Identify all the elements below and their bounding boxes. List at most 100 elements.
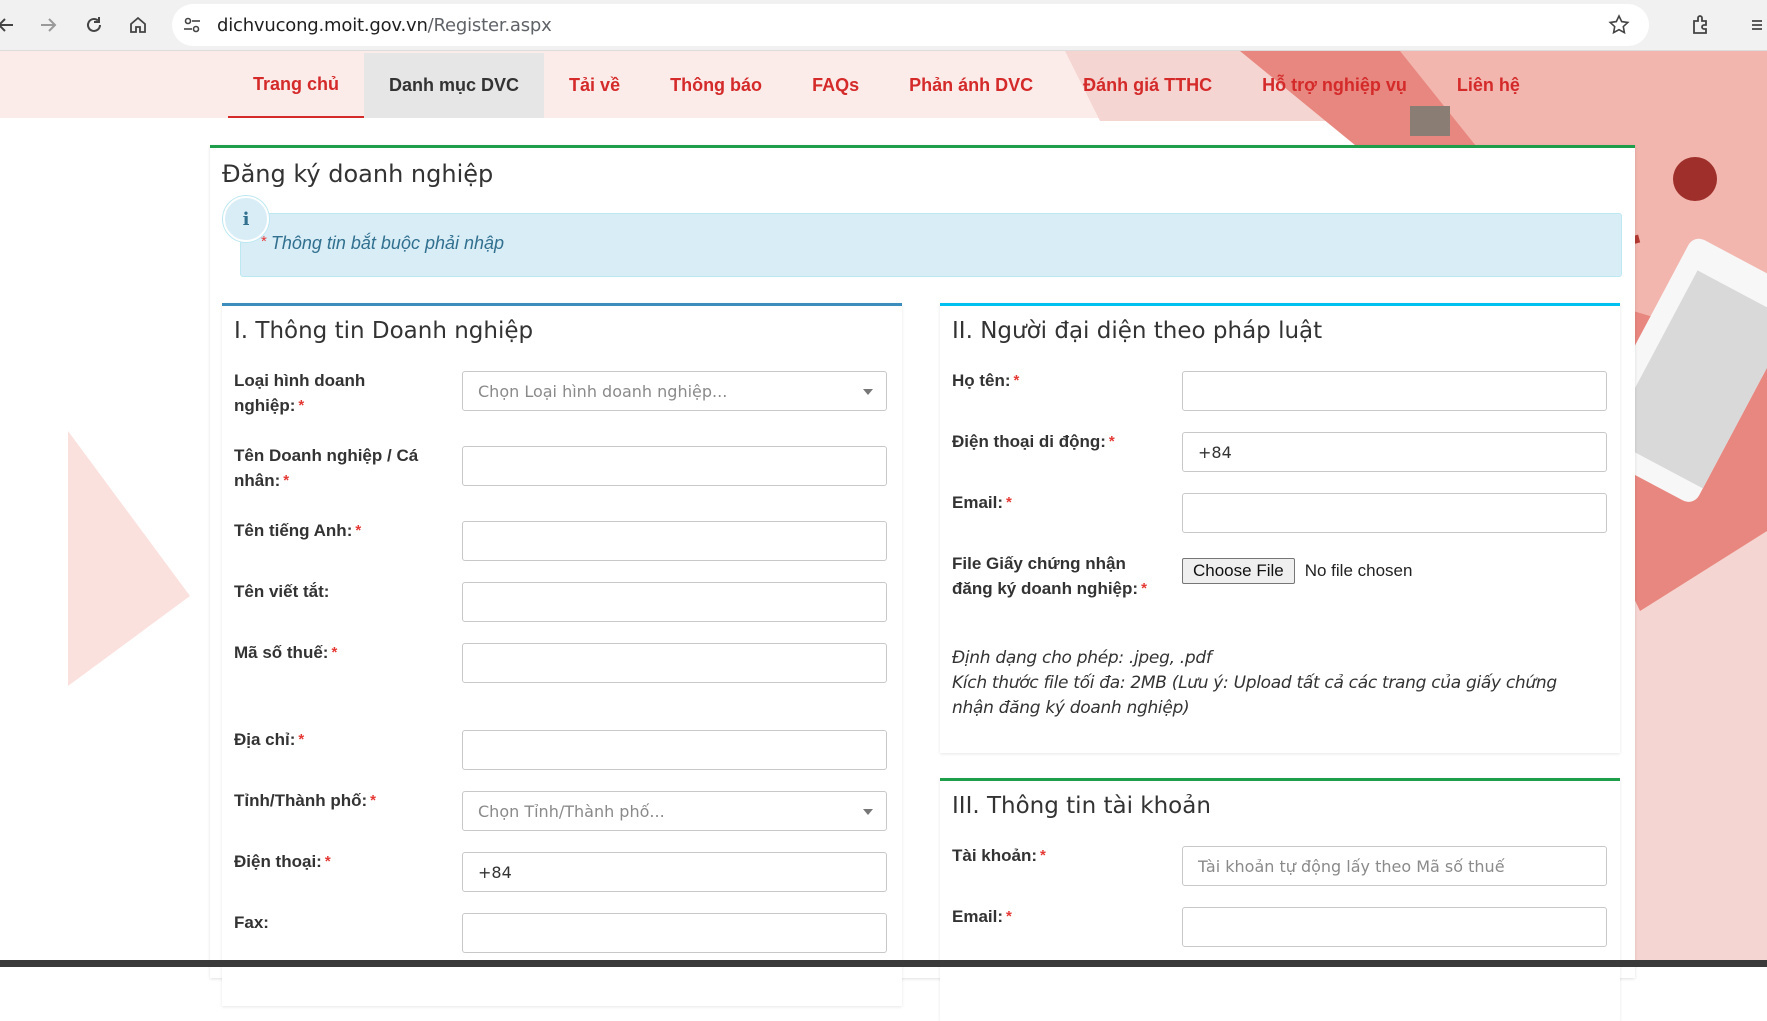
label-text: File Giấy chứng nhận đăng ký doanh nghiệ… — [952, 554, 1139, 598]
required-notice: i * Thông tin bắt buộc phải nhập — [223, 196, 1622, 277]
file-status: No file chosen — [1304, 561, 1413, 580]
short-name-input[interactable] — [462, 582, 887, 622]
company-info-section: I. Thông tin Doanh nghiệp Loại hình doan… — [222, 303, 902, 1006]
province-select[interactable]: Chọn Tỉnh/Thành phố... — [462, 791, 887, 831]
required-asterisk: * — [1006, 908, 1012, 925]
window-bottom-edge — [0, 960, 1767, 967]
account-email-input[interactable] — [1182, 907, 1607, 947]
nav-announcements[interactable]: Thông báo — [645, 53, 787, 118]
label-certificate-file: File Giấy chứng nhận đăng ký doanh nghiệ… — [952, 551, 1152, 601]
label-text: Mã số thuế: — [234, 643, 329, 662]
label-text: Tên viết tắt: — [234, 582, 330, 601]
address-bar[interactable]: dichvucong.moit.gov.vn/Register.aspx — [172, 4, 1649, 46]
url-path: /Register.aspx — [427, 15, 552, 36]
nav-service-catalog[interactable]: Danh mục DVC — [364, 53, 545, 118]
file-size-hint: Kích thước file tối đa: 2MB (Lưu ý: Uplo… — [952, 673, 1557, 718]
main-navigation: Trang chủ Danh mục DVC Tải về Thông báo … — [228, 53, 1545, 118]
reload-icon[interactable] — [78, 9, 110, 41]
label-text: Tên Doanh nghiệp / Cá nhân: — [234, 446, 419, 490]
url-host: dichvucong.moit.gov.vn — [217, 15, 428, 36]
english-name-input[interactable] — [462, 521, 887, 561]
extensions-icon[interactable] — [1690, 13, 1714, 37]
required-asterisk: * — [1006, 494, 1012, 511]
select-placeholder: Chọn Loại hình doanh nghiệp... — [478, 381, 728, 401]
required-asterisk: * — [298, 731, 305, 748]
label-tax-code: Mã số thuế: * — [234, 640, 454, 665]
required-asterisk: * — [324, 853, 331, 870]
home-icon[interactable] — [122, 9, 154, 41]
tax-code-input[interactable] — [462, 643, 887, 683]
registration-panel: Đăng ký doanh nghiệp i * Thông tin bắt bu… — [210, 145, 1635, 1021]
label-english-name: Tên tiếng Anh: * — [234, 518, 454, 543]
required-asterisk: * — [331, 644, 338, 661]
label-province: Tỉnh/Thành phố: * — [234, 788, 454, 813]
file-format-hint: Định dạng cho phép: .jpeg, .pdf — [952, 648, 1212, 668]
url-text: dichvucong.moit.gov.vn/Register.aspx — [217, 15, 552, 36]
nav-support[interactable]: Hỗ trợ nghiệp vụ — [1237, 53, 1432, 118]
label-text: Fax: — [234, 913, 269, 932]
nav-contact[interactable]: Liên hệ — [1432, 53, 1545, 118]
required-asterisk: * — [1040, 847, 1046, 864]
full-name-input[interactable] — [1182, 371, 1607, 411]
required-asterisk: * — [1013, 372, 1020, 389]
business-type-select[interactable]: Chọn Loại hình doanh nghiệp... — [462, 371, 887, 411]
label-account-email: Email: * — [952, 904, 1172, 929]
section-title-representative: II. Người đại diện theo pháp luật — [952, 318, 1323, 344]
nav-feedback[interactable]: Phản ánh DVC — [884, 53, 1058, 118]
label-text: Tỉnh/Thành phố: — [234, 791, 368, 810]
label-business-type: Loại hình doanh nghiệp: * — [234, 368, 424, 418]
select-placeholder: Chọn Tỉnh/Thành phố... — [478, 801, 665, 821]
label-text: Điện thoại: — [234, 852, 322, 871]
certificate-file-input: Choose File No file chosen — [1182, 558, 1412, 584]
account-input[interactable]: Tài khoản tự động lấy theo Mã số thuế — [1182, 846, 1607, 886]
label-text: Điện thoại di động: — [952, 432, 1106, 451]
legal-representative-section: II. Người đại diện theo pháp luật Họ tên… — [940, 303, 1620, 753]
required-asterisk: * — [355, 522, 362, 539]
nav-home[interactable]: Trang chủ — [228, 53, 365, 118]
nav-faqs[interactable]: FAQs — [787, 53, 884, 118]
label-full-name: Họ tên: * — [952, 368, 1172, 393]
company-name-input[interactable] — [462, 446, 887, 486]
tab-search-icon[interactable] — [1750, 13, 1764, 37]
label-text: Họ tên: — [952, 371, 1011, 390]
required-asterisk: * — [1141, 580, 1147, 597]
label-text: Tên tiếng Anh: — [234, 521, 353, 540]
notice-message: Thông tin bắt buộc phải nhập — [270, 233, 505, 253]
nav-downloads[interactable]: Tải về — [544, 53, 645, 118]
notice-text: * Thông tin bắt buộc phải nhập — [261, 233, 504, 254]
page-title: Đăng ký doanh nghiệp — [222, 160, 494, 188]
nav-evaluation[interactable]: Đánh giá TTHC — [1058, 53, 1237, 118]
required-asterisk: * — [298, 397, 305, 414]
section-title-company: I. Thông tin Doanh nghiệp — [234, 318, 534, 344]
email-input[interactable] — [1182, 493, 1607, 533]
label-phone: Điện thoại: * — [234, 849, 454, 874]
choose-file-button[interactable]: Choose File — [1182, 558, 1295, 584]
bookmark-star-icon[interactable] — [1607, 13, 1631, 37]
account-info-section: III. Thông tin tài khoản Tài khoản: * Tài… — [940, 778, 1620, 1021]
site-settings-icon[interactable] — [182, 15, 202, 35]
label-text: Địa chỉ: — [234, 730, 296, 749]
forward-icon[interactable] — [32, 9, 64, 41]
label-company-name: Tên Doanh nghiệp / Cá nhân: * — [234, 443, 434, 493]
label-address: Địa chỉ: * — [234, 727, 454, 752]
required-asterisk: * — [283, 472, 290, 489]
label-account: Tài khoản: * — [952, 843, 1172, 868]
phone-input[interactable]: +84 — [462, 852, 887, 892]
fax-input[interactable] — [462, 913, 887, 953]
browser-toolbar: dichvucong.moit.gov.vn/Register.aspx — [0, 0, 1767, 51]
mobile-input[interactable]: +84 — [1182, 432, 1607, 472]
section-title-account: III. Thông tin tài khoản — [952, 793, 1211, 819]
label-fax: Fax: — [234, 910, 454, 935]
label-short-name: Tên viết tắt: — [234, 579, 454, 604]
address-input[interactable] — [462, 730, 887, 770]
required-asterisk: * — [261, 233, 267, 250]
dropdown-caret-icon — [863, 389, 873, 395]
label-text: Tài khoản: — [952, 846, 1038, 865]
dropdown-caret-icon — [863, 809, 873, 815]
label-mobile: Điện thoại di động: * — [952, 429, 1182, 454]
label-email: Email: * — [952, 490, 1172, 515]
required-asterisk: * — [1108, 433, 1115, 450]
label-text: Email: — [952, 907, 1004, 926]
back-icon[interactable] — [0, 9, 22, 41]
required-asterisk: * — [370, 792, 376, 809]
